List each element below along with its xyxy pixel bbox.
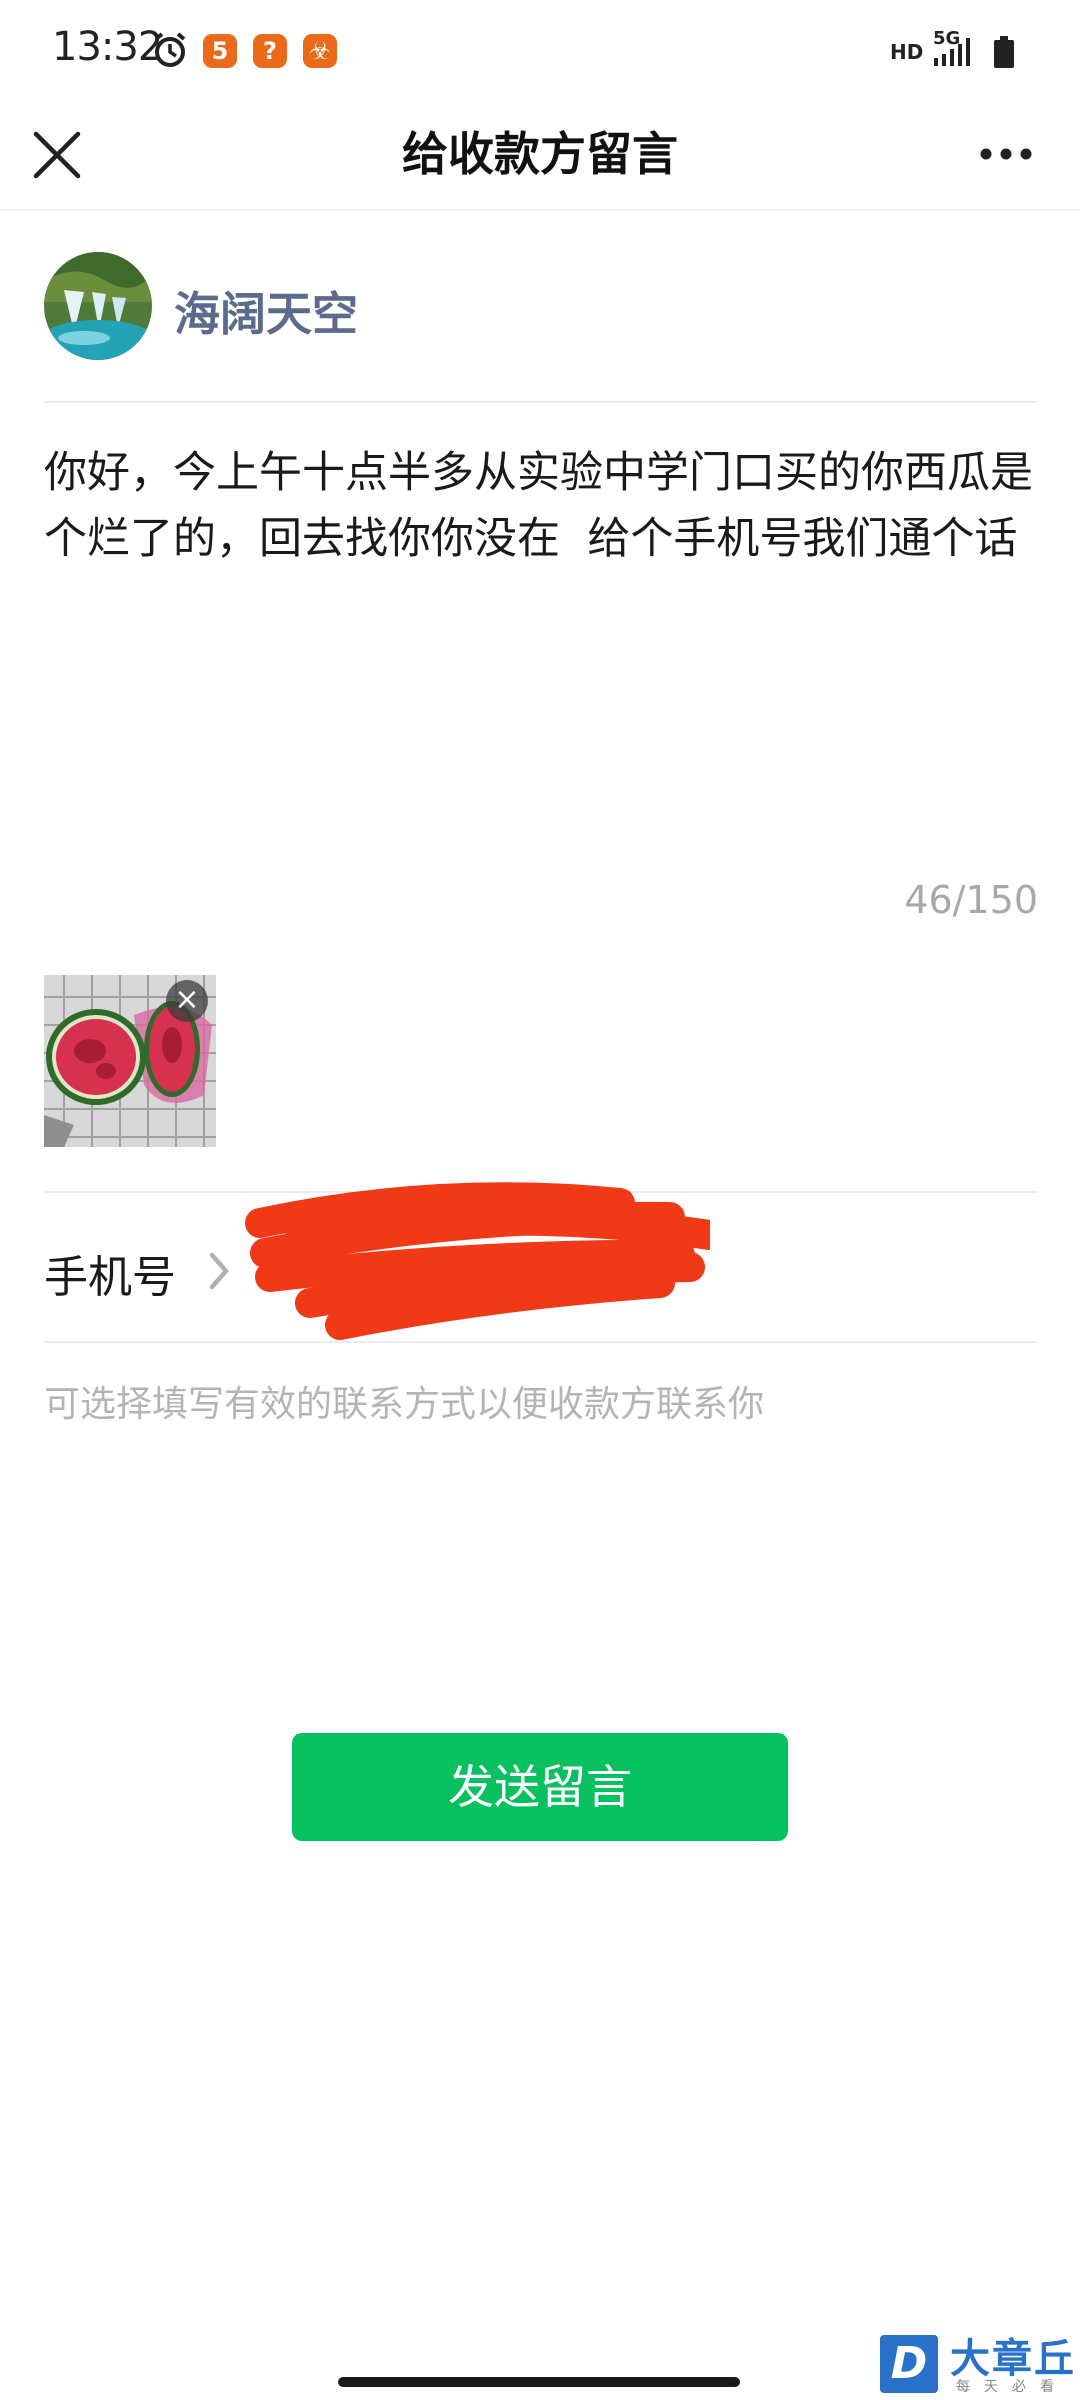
divider <box>44 401 1038 403</box>
char-counter: 46/150 <box>904 878 1038 922</box>
payee-name: 海阔天空 <box>174 287 358 341</box>
home-indicator[interactable] <box>338 2377 740 2387</box>
more-icon[interactable] <box>968 124 1048 184</box>
app-notification-icon: 5 <box>203 34 237 68</box>
header-divider <box>0 209 1080 211</box>
watermark-logo: D <box>880 2335 938 2393</box>
battery-icon <box>994 36 1014 68</box>
avatar <box>44 252 152 360</box>
network-hd-label: HD <box>890 40 924 64</box>
send-message-button[interactable]: 发送留言 <box>292 1733 788 1841</box>
signal-icon <box>934 38 970 66</box>
nav-header: 给收款方留言 <box>0 100 1080 210</box>
phone-label: 手机号 <box>44 1252 176 1303</box>
status-time: 13:32 <box>52 24 163 70</box>
message-input[interactable]: 你好，今上午十点半多从实验中学门口买的你西瓜是个烂了的，回去找你你没在 给个手机… <box>44 440 1044 572</box>
page-title: 给收款方留言 <box>402 127 678 181</box>
alarm-icon <box>154 32 186 67</box>
app-notification-icon: ☣ <box>303 34 337 68</box>
chevron-right-icon <box>209 1252 229 1290</box>
app-notification-icon: ? <box>253 34 287 68</box>
divider <box>44 1341 1038 1343</box>
redaction-scribble <box>245 1182 710 1340</box>
payee-info: 海阔天空 <box>44 252 1034 362</box>
remove-photo-button[interactable]: × <box>166 980 208 1022</box>
status-bar: 13:32 5 ? ☣ HD 5G <box>0 0 1080 100</box>
watermark-tagline: 每天必看 <box>956 2379 1068 2395</box>
contact-hint: 可选择填写有效的联系方式以便收款方联系你 <box>44 1384 765 1425</box>
